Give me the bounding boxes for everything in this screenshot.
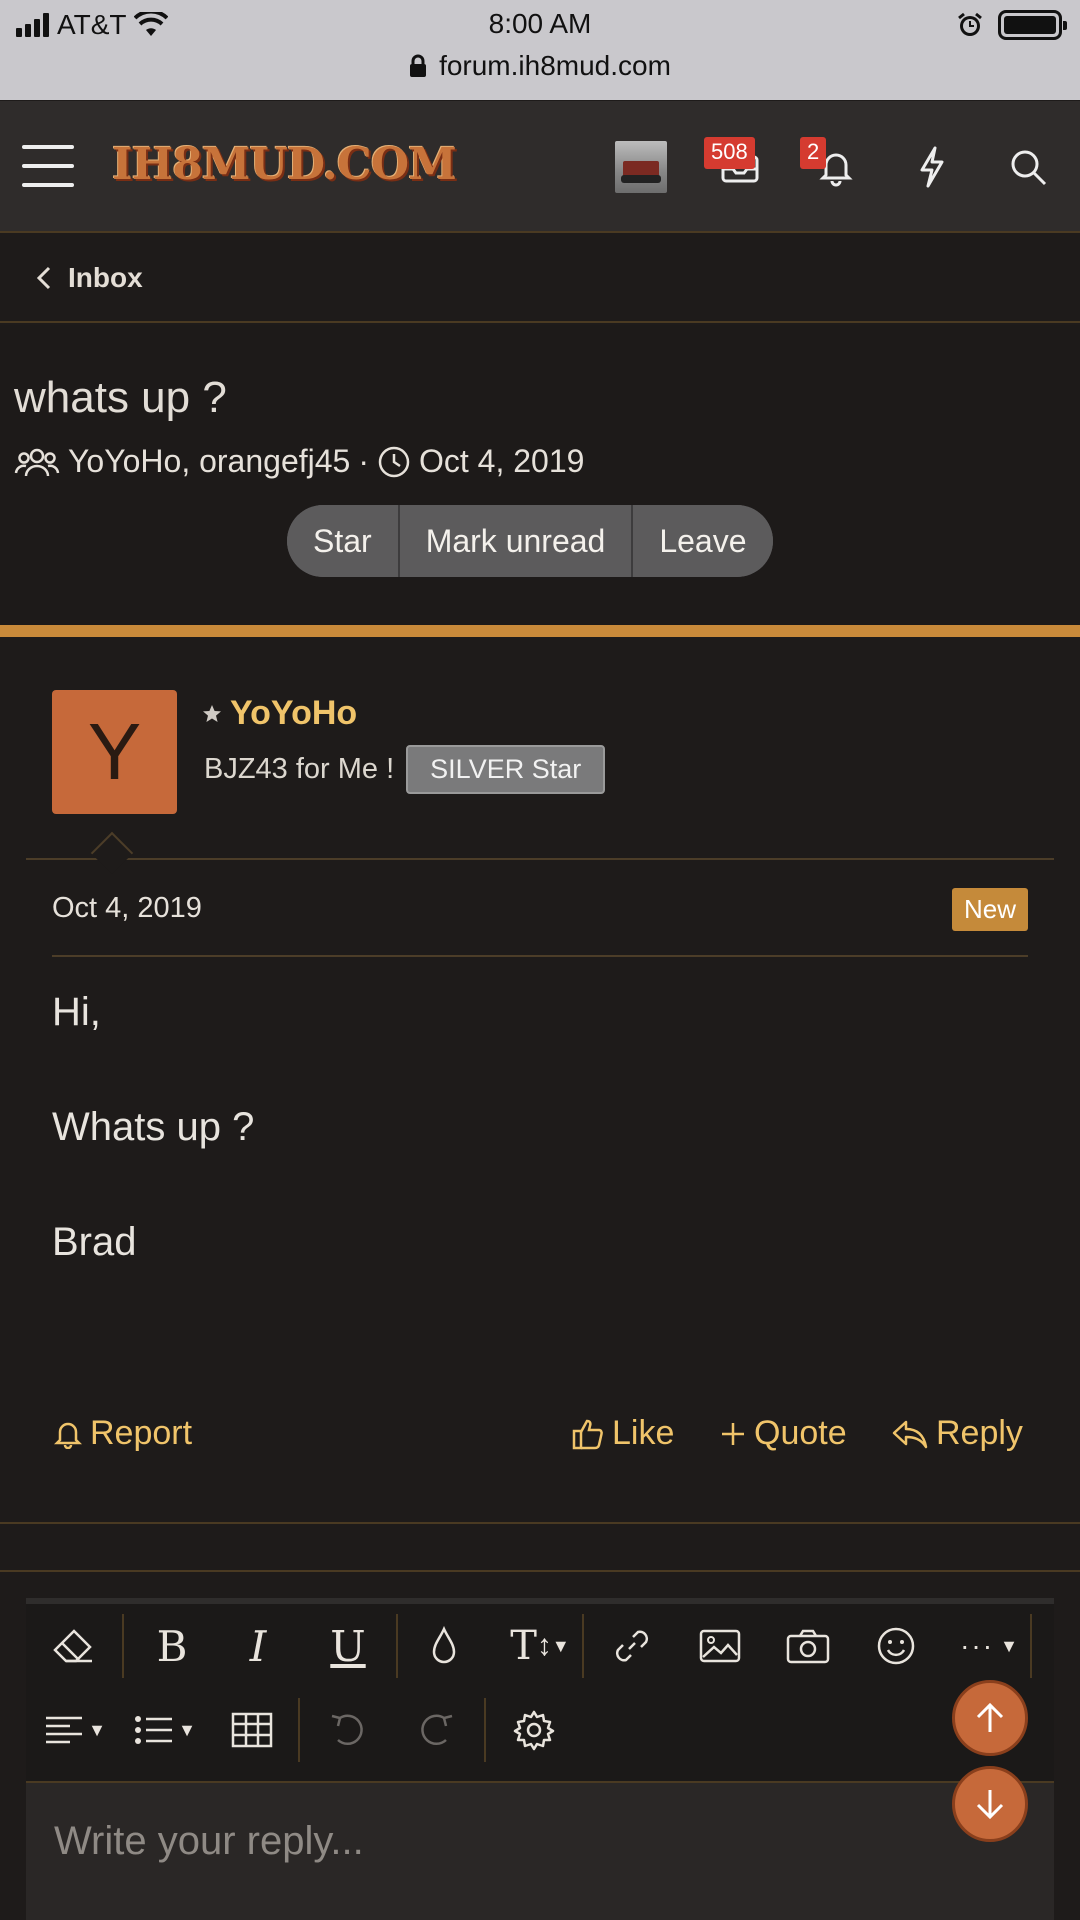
quote-label: Quote bbox=[754, 1414, 847, 1452]
status-right bbox=[956, 10, 1067, 40]
lock-icon bbox=[410, 54, 427, 77]
divider bbox=[0, 1522, 1080, 1524]
page-title: whats up ? bbox=[14, 373, 227, 422]
conversation-meta: YoYoHo, orangefj45 · Oct 4, 2019 bbox=[14, 443, 584, 480]
italic-icon[interactable]: I bbox=[228, 1618, 288, 1674]
scroll-down-button[interactable] bbox=[952, 1766, 1028, 1842]
chevron-left-icon bbox=[36, 266, 51, 290]
editor-toolbar-row-1: B I U T ↕ ▼ ··· ▼ bbox=[26, 1604, 1054, 1686]
search-button[interactable] bbox=[1002, 141, 1054, 193]
reply-button[interactable]: Reply bbox=[892, 1414, 1023, 1453]
reply-label: Reply bbox=[936, 1414, 1023, 1452]
user-title: BJZ43 for Me ! bbox=[204, 753, 395, 785]
quote-button[interactable]: Quote bbox=[720, 1414, 847, 1453]
conversation-header: whats up ? YoYoHo, orangefj45 · Oct 4, 2… bbox=[0, 325, 1080, 625]
alerts-count-badge: 2 bbox=[800, 137, 827, 169]
alerts-button[interactable]: 2 bbox=[800, 137, 862, 193]
reply-editor: B I U T ↕ ▼ ··· ▼ ▼ ▼ Write your reply... bbox=[26, 1598, 1054, 1920]
star-button[interactable]: Star bbox=[287, 505, 398, 577]
message-line: Brad bbox=[52, 1220, 137, 1264]
conversations-button[interactable]: 508 bbox=[704, 137, 766, 193]
battery-icon bbox=[998, 10, 1067, 40]
image-icon[interactable] bbox=[690, 1618, 750, 1674]
menu-icon[interactable] bbox=[22, 145, 74, 187]
smiley-icon[interactable] bbox=[866, 1618, 926, 1674]
lightning-icon bbox=[920, 146, 944, 188]
toolbar-separator bbox=[298, 1698, 300, 1762]
arrow-down-icon bbox=[976, 1790, 1004, 1820]
toolbar-separator bbox=[122, 1614, 124, 1678]
star-icon bbox=[203, 704, 221, 722]
toolbar-separator bbox=[1030, 1614, 1032, 1678]
url-bar[interactable]: forum.ih8mud.com bbox=[0, 50, 1080, 82]
toolbar-separator bbox=[484, 1698, 486, 1762]
breadcrumb-inbox-link[interactable]: Inbox bbox=[68, 262, 143, 294]
divider bbox=[26, 858, 1054, 860]
clock-icon bbox=[378, 446, 410, 477]
alarm-icon bbox=[958, 12, 982, 36]
site-header: IH8MUD.COM 508 2 bbox=[0, 101, 1080, 233]
table-icon[interactable] bbox=[222, 1702, 282, 1758]
thumbs-up-icon bbox=[572, 1419, 603, 1449]
message-body: Hi, Whats up ? Brad bbox=[52, 990, 254, 1335]
conversations-count-badge: 508 bbox=[704, 137, 755, 169]
whats-new-button[interactable] bbox=[906, 141, 958, 193]
status-bar: AT&T 8:00 AM forum.ih8mud.com bbox=[0, 0, 1080, 100]
meta-separator: · bbox=[358, 443, 369, 479]
toolbar-separator bbox=[396, 1614, 398, 1678]
reply-input[interactable]: Write your reply... bbox=[26, 1781, 1054, 1920]
report-label: Report bbox=[90, 1414, 193, 1452]
arrow-up-icon bbox=[976, 1702, 1004, 1732]
reply-icon bbox=[892, 1420, 928, 1448]
breadcrumb[interactable]: Inbox bbox=[0, 235, 1080, 323]
underline-icon[interactable]: U bbox=[318, 1618, 378, 1674]
avatar[interactable]: Y bbox=[52, 690, 177, 814]
url-text: forum.ih8mud.com bbox=[439, 50, 671, 81]
new-badge: New bbox=[951, 888, 1028, 931]
users-icon bbox=[14, 448, 60, 476]
message-line: Whats up ? bbox=[52, 1105, 255, 1149]
like-button[interactable]: Like bbox=[572, 1414, 674, 1453]
bell-icon bbox=[54, 1422, 82, 1449]
participants-link[interactable]: YoYoHo, orangefj45 bbox=[68, 443, 350, 480]
message-line: Hi, bbox=[52, 990, 101, 1034]
settings-icon[interactable] bbox=[504, 1702, 564, 1758]
align-icon[interactable]: ▼ bbox=[40, 1702, 110, 1758]
site-logo[interactable]: IH8MUD.COM bbox=[112, 139, 457, 190]
reply-placeholder: Write your reply... bbox=[54, 1819, 364, 1863]
message-author: YoYoHo bbox=[202, 694, 357, 733]
redo-icon[interactable] bbox=[406, 1702, 466, 1758]
list-icon[interactable]: ▼ bbox=[130, 1702, 200, 1758]
plus-icon bbox=[722, 1422, 744, 1445]
divider bbox=[52, 955, 1028, 957]
link-icon[interactable] bbox=[602, 1618, 662, 1674]
undo-icon[interactable] bbox=[318, 1702, 378, 1758]
message-date[interactable]: Oct 4, 2019 bbox=[52, 892, 202, 925]
conversation-actions: Star Mark unread Leave bbox=[287, 505, 773, 577]
divider bbox=[0, 625, 1080, 637]
rank-badge: SILVER Star bbox=[406, 745, 606, 794]
conversation-date[interactable]: Oct 4, 2019 bbox=[419, 443, 584, 480]
bold-icon[interactable]: B bbox=[142, 1618, 202, 1674]
mark-unread-button[interactable]: Mark unread bbox=[397, 505, 632, 577]
eraser-icon[interactable] bbox=[44, 1618, 104, 1674]
editor-toolbar-row-2: ▼ ▼ bbox=[26, 1688, 1054, 1770]
divider bbox=[0, 1570, 1080, 1572]
more-icon[interactable]: ··· ▼ bbox=[954, 1618, 1024, 1674]
like-label: Like bbox=[612, 1414, 675, 1452]
scroll-up-button[interactable] bbox=[952, 1680, 1028, 1756]
text-color-icon[interactable] bbox=[414, 1618, 474, 1674]
user-title-row: BJZ43 for Me ! SILVER Star bbox=[204, 745, 606, 794]
arrow-notch bbox=[90, 831, 134, 875]
user-avatar[interactable] bbox=[615, 141, 667, 193]
username-link[interactable]: YoYoHo bbox=[230, 694, 357, 733]
leave-button[interactable]: Leave bbox=[631, 505, 773, 577]
font-size-icon[interactable]: T ↕ ▼ bbox=[500, 1618, 580, 1674]
toolbar-separator bbox=[582, 1614, 584, 1678]
camera-icon[interactable] bbox=[778, 1618, 838, 1674]
report-button[interactable]: Report bbox=[54, 1414, 192, 1453]
search-icon bbox=[1011, 150, 1047, 186]
message-actions: Report Like Quote Reply bbox=[0, 1414, 1080, 1458]
clock: 8:00 AM bbox=[488, 8, 592, 39]
